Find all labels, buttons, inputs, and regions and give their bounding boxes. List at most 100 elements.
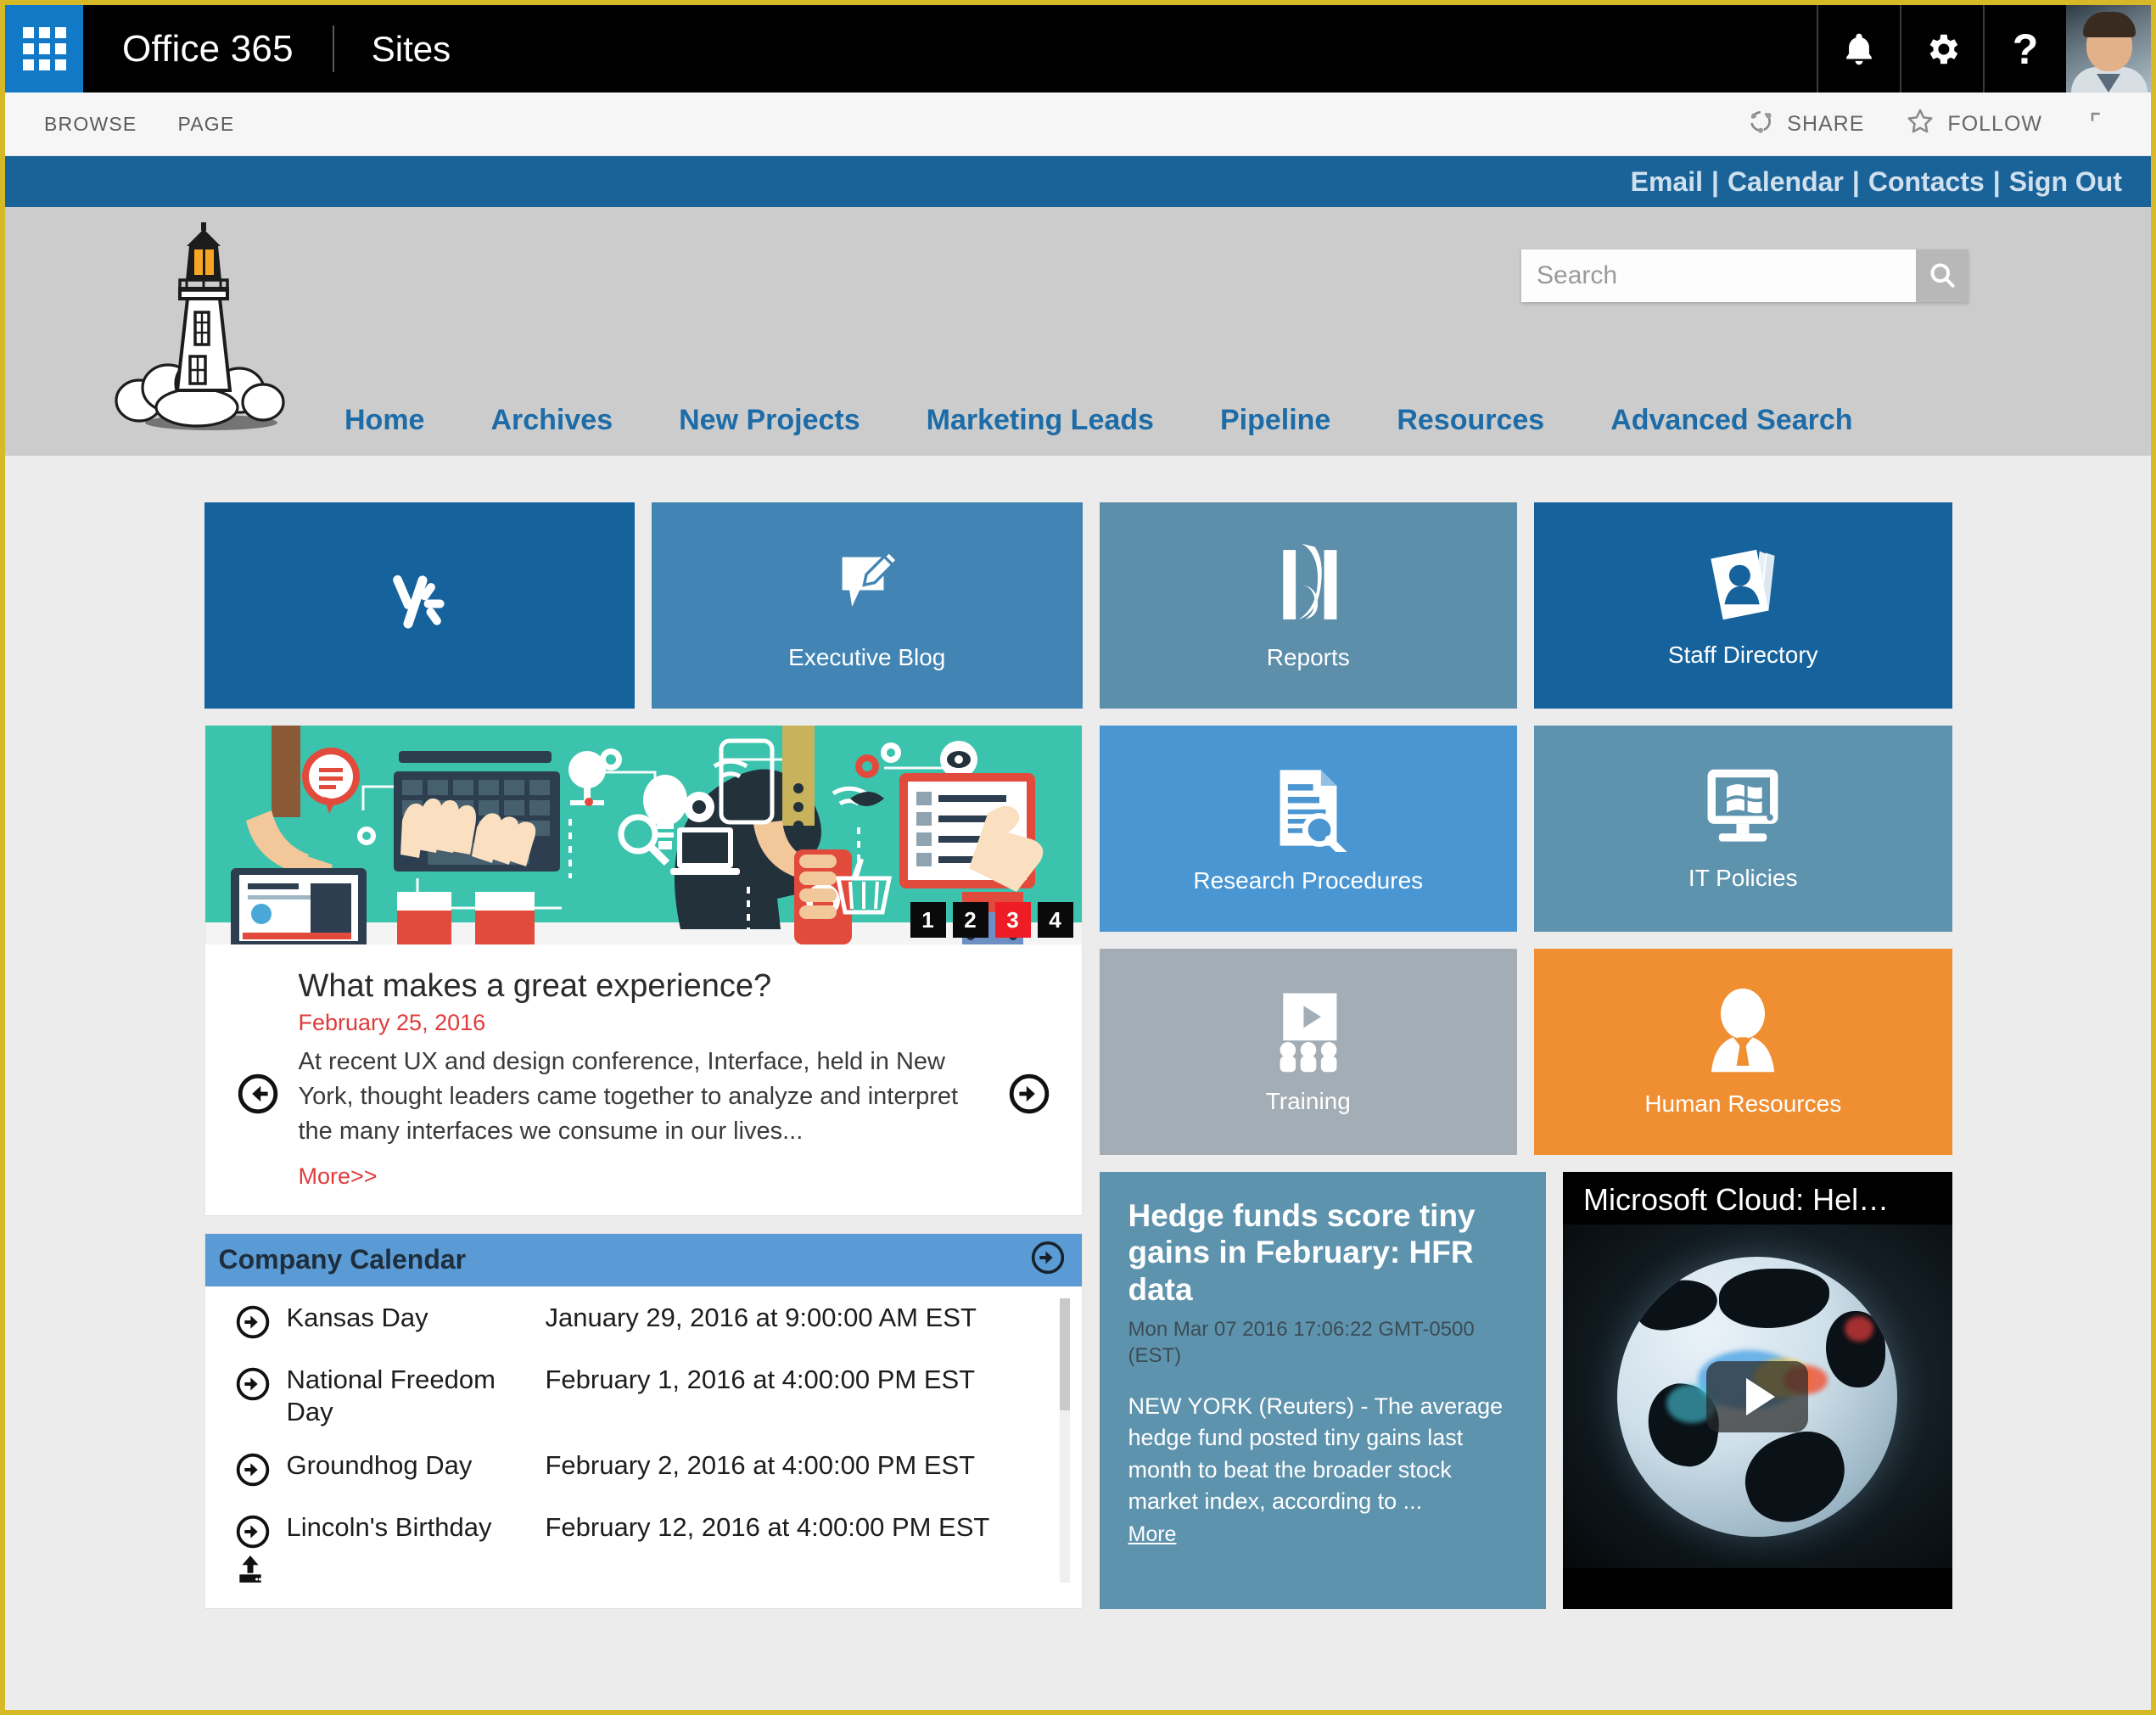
top-links-bar: Email | Calendar | Contacts | Sign Out (5, 156, 2151, 207)
document-search-icon (1267, 764, 1350, 858)
carousel-more-link[interactable]: More>> (299, 1163, 378, 1190)
nav-item-new-projects[interactable]: New Projects (679, 404, 860, 437)
list-item[interactable]: Lincoln's Birthday February 12, 2016 at … (205, 1511, 1082, 1553)
news-more-link[interactable]: More (1128, 1522, 1177, 1547)
video-webpart[interactable]: Microsoft Cloud: Hel… (1563, 1172, 1952, 1610)
carousel-page-2[interactable]: 2 (952, 902, 988, 938)
continent-shape (1719, 1268, 1830, 1328)
tile-executive-blog[interactable]: Executive Blog (652, 502, 1083, 709)
person-tie-icon (1701, 987, 1784, 1079)
office365-brand-link[interactable]: Office 365 (83, 5, 333, 92)
carousel-pager: 1 2 3 4 (910, 902, 1073, 938)
nav-item-archives[interactable]: Archives (490, 404, 613, 437)
office365-suite-bar: Office 365 Sites ? (5, 5, 2151, 92)
right-column: Reports Staff Directory Research Procedu… (1099, 502, 1952, 1610)
event-name: Groundhog Day (286, 1450, 473, 1481)
tile-row-2: Research Procedures IT Policies (1099, 726, 1952, 932)
video-play-button[interactable] (1706, 1360, 1809, 1432)
link-email[interactable]: Email (1631, 166, 1703, 198)
tile-label: Human Resources (1644, 1090, 1842, 1117)
tile-human-resources[interactable]: Human Resources (1534, 949, 1952, 1155)
share-button[interactable]: SHARE (1729, 107, 1881, 142)
nav-item-advanced-search[interactable]: Advanced Search (1610, 404, 1852, 437)
focus-on-content-button[interactable] (2066, 109, 2127, 139)
tile-research-procedures[interactable]: Research Procedures (1099, 726, 1517, 932)
carousel-page-4[interactable]: 4 (1037, 902, 1073, 938)
tile-label: Staff Directory (1667, 641, 1818, 668)
ribbon-bar: BROWSE PAGE SHARE FOLLOW (5, 92, 2151, 156)
search-icon (1927, 260, 1957, 293)
calendar-scroll-thumb[interactable] (1059, 1297, 1070, 1410)
yammer-icon (372, 557, 466, 654)
video-title: Microsoft Cloud: Hel… (1583, 1182, 1890, 1217)
tile-label: Executive Blog (788, 643, 946, 670)
carousel-page-3[interactable]: 3 (994, 902, 1031, 938)
nav-item-resources[interactable]: Resources (1397, 404, 1544, 437)
event-datetime: February 1, 2016 at 4:00:00 PM EST (545, 1364, 976, 1394)
list-item[interactable]: Kansas Day January 29, 2016 at 9:00:00 A… (205, 1302, 1082, 1343)
avatar[interactable] (2066, 5, 2151, 92)
tile-training[interactable]: Training (1099, 949, 1517, 1155)
carousel-next-button[interactable] (1009, 1073, 1050, 1114)
tile-row-1: Reports Staff Directory (1099, 502, 1952, 709)
notifications-button[interactable] (1817, 5, 1900, 92)
tile-row-top: Executive Blog (204, 502, 1083, 709)
news-carousel: 1 2 3 4 What makes a great experience? F… (204, 726, 1083, 1216)
news-summary: NEW YORK (Reuters) - The average hedge f… (1128, 1393, 1504, 1514)
page-root: Office 365 Sites ? BROWSE PAGE SHARE FOL… (5, 5, 2151, 1710)
sites-app-link[interactable]: Sites (334, 5, 488, 92)
link-calendar[interactable]: Calendar (1728, 166, 1844, 198)
bottom-webpart-row: Hedge funds score tiny gains in February… (1099, 1172, 1952, 1610)
tile-label: Reports (1266, 643, 1350, 670)
carousel-image[interactable]: 1 2 3 4 (204, 726, 1082, 944)
carousel-page-1[interactable]: 1 (910, 902, 946, 938)
link-separator: | (1851, 165, 1860, 197)
lighthouse-logo[interactable] (105, 221, 300, 433)
tile-label: Research Procedures (1193, 866, 1424, 894)
star-icon (1905, 106, 1935, 143)
list-item[interactable]: National Freedom Day February 1, 2016 at… (205, 1364, 1082, 1430)
tile-it-policies[interactable]: IT Policies (1534, 726, 1952, 932)
tile-staff-directory[interactable]: Staff Directory (1534, 502, 1952, 709)
link-separator: | (1711, 165, 1719, 197)
app-launcher-button[interactable] (5, 5, 83, 92)
calendar-more-button[interactable] (1031, 1241, 1065, 1279)
help-button[interactable]: ? (1983, 5, 2066, 92)
primary-navigation: Home Archives New Projects Marketing Lea… (5, 404, 2151, 437)
page-canvas: Executive Blog 1 2 3 4 What makes a grea… (5, 456, 2151, 1610)
nav-item-pipeline[interactable]: Pipeline (1220, 404, 1330, 437)
calendar-scrollbar[interactable] (1059, 1297, 1070, 1583)
data-heat-spot (1845, 1315, 1874, 1342)
ribbon-actions: SHARE FOLLOW (1729, 106, 2127, 143)
follow-button[interactable]: FOLLOW (1888, 106, 2059, 143)
list-item[interactable]: Groundhog Day February 2, 2016 at 4:00:0… (205, 1449, 1082, 1491)
carousel-date: February 25, 2016 (298, 1010, 486, 1035)
gear-icon (1923, 30, 1962, 69)
news-headline[interactable]: Hedge funds score tiny gains in February… (1128, 1197, 1518, 1308)
tile-yammer[interactable] (204, 502, 635, 709)
link-signout[interactable]: Sign Out (2009, 166, 2122, 198)
tile-row-3: Training Human Resources (1099, 949, 1952, 1155)
search-button[interactable] (1916, 249, 1968, 302)
bell-icon (1840, 30, 1878, 69)
presentation-video-icon (1264, 989, 1352, 1077)
calendar-upload-button[interactable] (205, 1553, 1082, 1605)
company-calendar-webpart: Company Calendar Kansas Day January 29, … (204, 1232, 1083, 1610)
search-input[interactable] (1521, 249, 1916, 302)
settings-button[interactable] (1900, 5, 1983, 92)
tile-label: Training (1265, 1087, 1351, 1114)
link-contacts[interactable]: Contacts (1868, 166, 1985, 198)
search-box (1521, 249, 1968, 302)
arrow-right-circle-icon (236, 1305, 270, 1343)
carousel-prev-button[interactable] (238, 1073, 278, 1114)
carousel-summary: At recent UX and design conference, Inte… (298, 1048, 959, 1146)
continent-shape (1632, 1272, 1722, 1336)
nav-item-marketing-leads[interactable]: Marketing Leads (927, 404, 1154, 437)
nav-item-home[interactable]: Home (344, 404, 424, 437)
ribbon-tab-browse[interactable]: BROWSE (24, 113, 157, 136)
ribbon-tab-page[interactable]: PAGE (157, 113, 255, 136)
calendar-event-list: Kansas Day January 29, 2016 at 9:00:00 A… (205, 1286, 1082, 1609)
left-column: Executive Blog 1 2 3 4 What makes a grea… (204, 502, 1083, 1610)
tile-label: IT Policies (1688, 864, 1798, 891)
tile-reports[interactable]: Reports (1099, 502, 1517, 709)
